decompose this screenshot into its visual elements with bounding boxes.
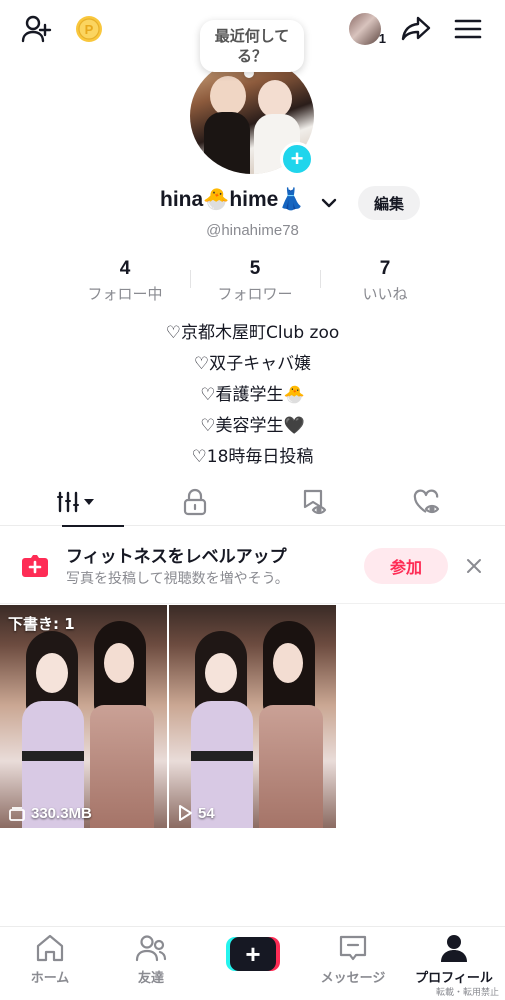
stat-value: 5 [249, 258, 261, 279]
name-row: hina🐣hime👗 編集 [0, 186, 505, 220]
friends-icon [135, 935, 167, 962]
join-button[interactable]: 参加 [364, 548, 448, 584]
plus-icon: + [230, 937, 276, 971]
promo-subtitle: 写真を投稿して視聴数を増やそう。 [66, 571, 289, 587]
bio: ♡京都木屋町Club zoo ♡双子キャバ嬢 ♡看護学生🐣 ♡美容学生🖤 ♡18… [0, 318, 505, 473]
tab-favorites[interactable] [250, 478, 376, 526]
tab-liked[interactable] [364, 478, 490, 526]
close-icon[interactable] [462, 554, 486, 578]
video-meta: 330.3MB [8, 805, 92, 822]
display-name: hina🐣hime👗 [160, 188, 305, 211]
promo-banner[interactable]: フィットネスをレベルアップ 写真を投稿して視聴数を増やそう。 参加 [0, 528, 505, 604]
bookmark-eye-icon [303, 489, 327, 515]
view-count: 54 [198, 804, 215, 822]
username: @hinahime78 [206, 222, 299, 239]
nav-home[interactable]: ホーム [0, 933, 100, 993]
stat-followers[interactable]: 5 フォロワー [190, 258, 320, 304]
status-bubble-text: 最近何してる？ [214, 27, 290, 65]
coin-icon[interactable]: P [74, 14, 104, 44]
bio-line: ♡18時毎日投稿 [191, 447, 314, 467]
edit-profile-button[interactable]: 編集 [358, 186, 420, 220]
grid-filter-icon [57, 491, 94, 513]
message-icon [339, 935, 367, 961]
promo-title: フィットネスをレベルアップ [66, 547, 287, 567]
status-bubble[interactable]: 最近何してる？ [200, 20, 304, 72]
video-grid: 下書き: 1 330.3MB 54 [0, 605, 505, 828]
plus-camera-icon [20, 552, 50, 580]
nav-friends[interactable]: 友達 [101, 933, 201, 993]
create-button[interactable]: + [226, 937, 280, 971]
stat-label: いいね [362, 285, 408, 303]
bottom-nav: ホーム 友達 + メッセージ プロフィール 転載・転用禁止 [0, 926, 505, 1000]
video-thumbnail[interactable]: 54 [169, 605, 336, 828]
draft-label: 下書き: 1 [8, 615, 75, 633]
stat-value: 4 [119, 258, 131, 279]
stat-label: フォロー中 [87, 285, 163, 303]
bio-line: ♡美容学生🖤 [200, 416, 305, 436]
thumbnail-image [169, 605, 336, 828]
play-icon [179, 805, 192, 821]
heart-eye-icon [413, 489, 440, 514]
bio-line: ♡双子キャバ嬢 [193, 354, 312, 374]
account-count-badge: 1 [378, 31, 386, 46]
nav-label: 友達 [137, 971, 164, 986]
account-switch-avatar[interactable]: 1 [348, 12, 386, 46]
menu-icon[interactable] [452, 14, 484, 44]
nav-messages[interactable]: メッセージ [303, 933, 403, 993]
storage-icon [9, 806, 25, 821]
video-meta: 54 [177, 804, 215, 822]
stat-following[interactable]: 4 フォロー中 [60, 258, 190, 304]
thumbnail-image [0, 605, 167, 828]
svg-text:P: P [85, 22, 94, 37]
bio-line: ♡京都木屋町Club zoo [165, 323, 340, 343]
bio-line: ♡看護学生🐣 [200, 385, 305, 405]
tab-private[interactable] [132, 478, 258, 526]
avatar [349, 13, 381, 45]
nav-label: ホーム [30, 971, 70, 986]
content-tabs [0, 478, 505, 527]
home-icon [36, 934, 64, 962]
stats-row: 4 フォロー中 5 フォロワー 7 いいね [60, 258, 450, 304]
add-friend-icon[interactable] [18, 12, 54, 46]
nav-label: プロフィール [415, 971, 493, 986]
profile-icon [441, 935, 467, 962]
watermark: 転載・転用禁止 [435, 988, 499, 998]
chevron-down-icon[interactable] [318, 192, 340, 214]
nav-profile[interactable]: プロフィール [404, 933, 504, 993]
video-size: 330.3MB [31, 805, 92, 822]
share-icon[interactable] [398, 12, 434, 46]
nav-label: メッセージ [320, 971, 386, 986]
stat-value: 7 [379, 258, 391, 279]
video-thumbnail-drafts[interactable]: 下書き: 1 330.3MB [0, 605, 167, 828]
add-avatar-plus-icon[interactable]: + [280, 142, 314, 176]
stat-likes[interactable]: 7 いいね [320, 258, 450, 304]
tab-videos[interactable] [15, 478, 141, 527]
lock-icon [183, 488, 207, 516]
stat-label: フォロワー [217, 285, 293, 303]
